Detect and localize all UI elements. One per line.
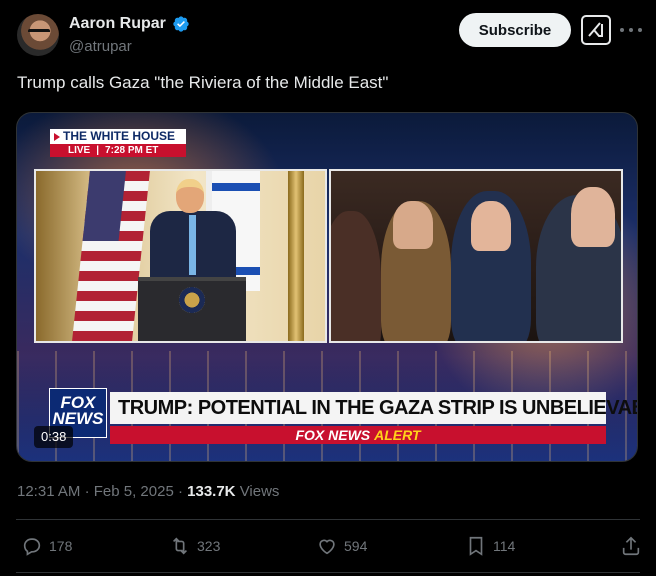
- play-triangle-icon: [54, 132, 60, 141]
- divider: [16, 572, 640, 573]
- name-row: Aaron Rupar: [69, 15, 190, 33]
- grok-glyph-icon: [588, 22, 603, 37]
- video-player[interactable]: THE WHITE HOUSE LIVE | 7:28 PM ET FOX NEWS: [16, 112, 638, 462]
- reply-count: 178: [49, 538, 73, 554]
- reply-button[interactable]: 178: [21, 535, 72, 557]
- bug-live: LIVE: [68, 145, 91, 156]
- verified-badge-icon: [173, 16, 189, 32]
- repost-count: 323: [197, 538, 221, 554]
- heart-icon: [319, 539, 335, 555]
- repost-icon: [172, 537, 188, 555]
- bookmark-button[interactable]: 114: [465, 535, 515, 557]
- bug-title: THE WHITE HOUSE: [63, 129, 176, 143]
- action-bar: 178 323 594 114: [17, 535, 642, 559]
- presidential-seal-icon: [179, 287, 205, 313]
- tweet-meta: 12:31 AM · Feb 5, 2025 · 133.7K Views: [17, 483, 279, 500]
- bookmark-count: 114: [493, 538, 516, 554]
- video-duration: 0:38: [34, 426, 74, 448]
- audience-person: [471, 201, 511, 251]
- video-panel-podium: [34, 169, 327, 343]
- reply-icon: [23, 538, 41, 556]
- avatar[interactable]: [17, 14, 59, 56]
- bookmark-icon: [469, 536, 483, 556]
- alert-brand: FOX NEWS: [295, 427, 371, 443]
- subscribe-button[interactable]: Subscribe: [459, 13, 571, 47]
- handle[interactable]: @atrupar: [69, 38, 132, 55]
- audience-person: [571, 187, 615, 247]
- logo-text: NEWS: [52, 409, 104, 428]
- separator: ·: [84, 483, 90, 500]
- candelabra: [288, 171, 304, 341]
- podium: [138, 277, 246, 341]
- repost-button[interactable]: 323: [169, 535, 220, 557]
- alert-word: ALERT: [374, 427, 421, 443]
- location-bug: THE WHITE HOUSE LIVE | 7:28 PM ET: [50, 129, 186, 157]
- views-label: Views: [239, 483, 280, 500]
- like-count: 594: [344, 538, 368, 554]
- headline-text: TRUMP: POTENTIAL IN THE GAZA STRIP IS UN…: [118, 396, 638, 419]
- share-icon: [622, 536, 640, 556]
- display-name[interactable]: Aaron Rupar: [69, 15, 166, 33]
- separator: ·: [177, 483, 183, 500]
- divider: [16, 519, 640, 520]
- tweet-date[interactable]: Feb 5, 2025: [94, 483, 174, 500]
- grok-icon[interactable]: [581, 15, 611, 45]
- audience-person: [393, 201, 433, 249]
- audience-person: [331, 211, 381, 341]
- more-icon[interactable]: [620, 20, 642, 40]
- views-count: 133.7K: [187, 483, 236, 500]
- tweet-text: Trump calls Gaza "the Riviera of the Mid…: [17, 73, 389, 92]
- bug-time: 7:28 PM ET: [105, 145, 159, 156]
- tweet-time[interactable]: 12:31 AM: [17, 483, 80, 500]
- chyron-alert: FOX NEWS ALERT: [110, 426, 606, 444]
- tweet-header: Aaron Rupar @atrupar Subscribe: [17, 12, 642, 60]
- like-button[interactable]: 594: [316, 535, 367, 557]
- chyron-headline: TRUMP: POTENTIAL IN THE GAZA STRIP IS UN…: [110, 392, 637, 424]
- video-panel-audience: [329, 169, 623, 343]
- share-button[interactable]: [620, 535, 642, 557]
